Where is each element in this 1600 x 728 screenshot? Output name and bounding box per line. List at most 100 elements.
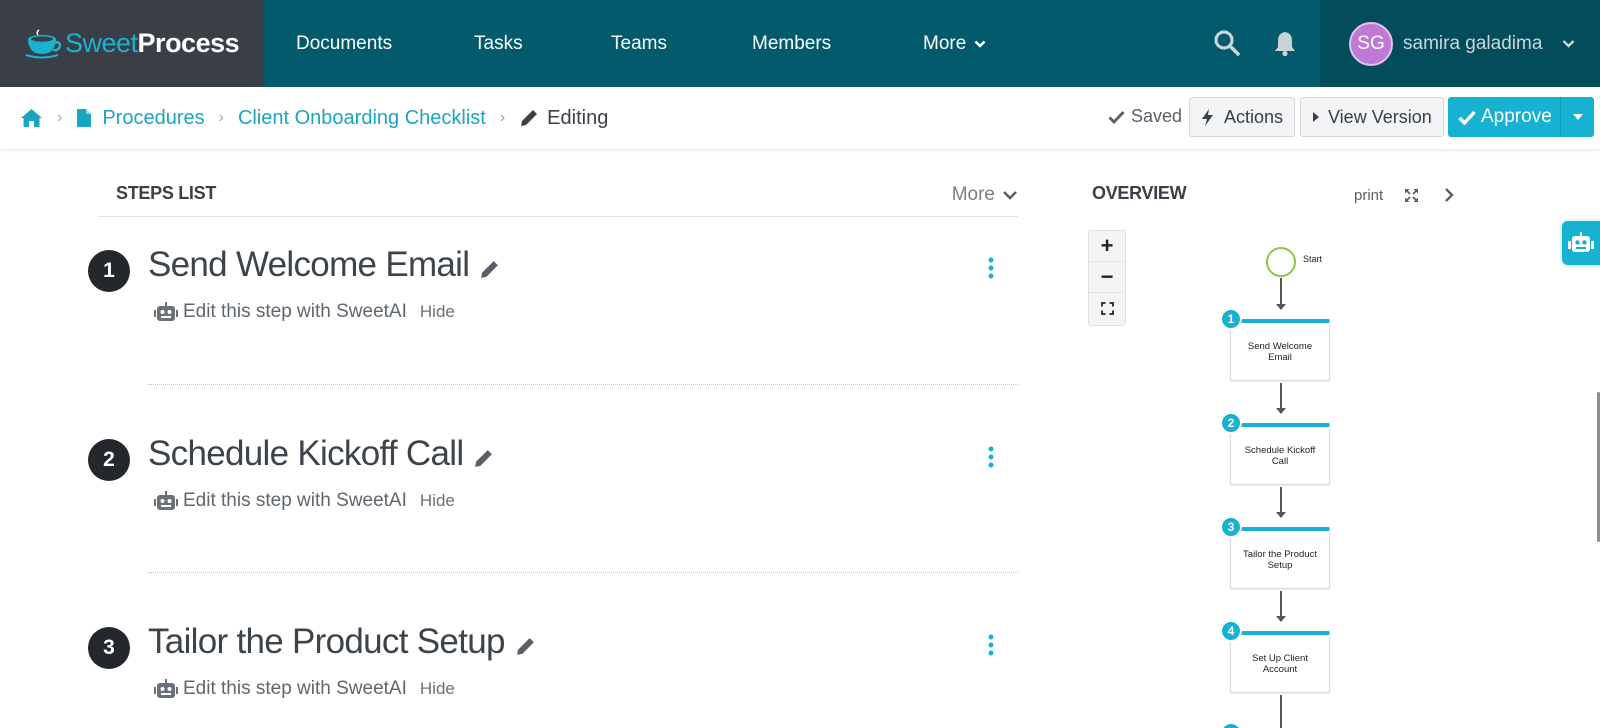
search-icon[interactable]	[1213, 29, 1241, 57]
steps-more-label: More	[951, 184, 995, 205]
chevron-right-icon: ›	[499, 109, 506, 126]
hide-link[interactable]: Hide	[420, 679, 455, 699]
nav-tasks[interactable]: Tasks	[474, 0, 523, 87]
step-divider	[148, 572, 1018, 573]
steps-list-header: STEPS LIST More	[98, 178, 1018, 217]
flowchart-arrow	[1276, 512, 1286, 518]
robot-icon	[154, 679, 178, 698]
actions-button[interactable]: Actions	[1189, 97, 1296, 137]
kebab-menu-icon[interactable]	[987, 445, 995, 469]
view-version-label: View Version	[1328, 106, 1432, 127]
step-title[interactable]: Tailor the Product Setup	[148, 622, 536, 662]
zoom-out-button[interactable]: −	[1089, 262, 1125, 293]
pencil-icon[interactable]	[515, 636, 536, 657]
breadcrumb-current: Editing	[519, 107, 608, 130]
flowchart-arrow	[1276, 408, 1286, 414]
step-title[interactable]: Schedule Kickoff Call	[148, 434, 494, 474]
step-title[interactable]: Send Welcome Email	[148, 245, 500, 285]
top-navigation-bar: SweetProcess Documents Tasks Teams Membe…	[0, 0, 1600, 87]
nav-teams[interactable]: Teams	[611, 0, 667, 87]
step-title-text: Send Welcome Email	[148, 245, 470, 284]
flowchart-arrow	[1276, 616, 1286, 622]
flowchart-connector	[1280, 695, 1282, 728]
hide-link[interactable]: Hide	[420, 302, 455, 322]
sweetai-assistant-tab[interactable]	[1562, 221, 1600, 265]
flowchart: Start Send Welcome Email 1 Schedule Kick…	[1210, 240, 1360, 728]
chevron-down-icon	[974, 40, 986, 48]
step-title-text: Schedule Kickoff Call	[148, 434, 464, 473]
caret-down-icon	[1572, 114, 1583, 120]
logo-sweet-text: Sweet	[65, 28, 138, 58]
logo[interactable]: SweetProcess	[0, 0, 264, 87]
step-number: 1	[88, 250, 130, 292]
avatar: SG	[1349, 21, 1393, 66]
flowchart-node-number: 2	[1220, 412, 1242, 434]
expand-icon[interactable]	[1404, 188, 1419, 203]
zoom-in-label: +	[1100, 233, 1114, 258]
overview-title: OVERVIEW	[1092, 183, 1187, 203]
step-divider	[148, 384, 1018, 385]
step-title-text: Tailor the Product Setup	[148, 622, 505, 661]
pencil-icon	[521, 110, 538, 126]
fit-screen-icon	[1100, 302, 1114, 315]
sweetai-row: Edit this step with SweetAI Hide	[154, 490, 455, 512]
nav-documents[interactable]: Documents	[296, 0, 392, 87]
pencil-icon[interactable]	[473, 448, 494, 469]
zoom-controls: + −	[1088, 230, 1126, 326]
bell-icon[interactable]	[1271, 29, 1299, 57]
steps-list-title: STEPS LIST	[116, 183, 217, 203]
kebab-menu-icon[interactable]	[987, 256, 995, 280]
chevron-down-icon	[1003, 191, 1017, 200]
flowchart-node[interactable]: Schedule Kickoff Call	[1230, 423, 1330, 485]
approve-button-group: Approve	[1448, 97, 1594, 137]
breadcrumb-current-label: Editing	[547, 106, 609, 129]
flowchart-node-number-partial	[1220, 722, 1242, 728]
approve-button[interactable]: Approve	[1448, 97, 1560, 137]
steps-more-dropdown[interactable]: More	[952, 184, 1018, 206]
step-number: 3	[88, 627, 130, 669]
robot-icon	[154, 302, 178, 321]
hide-link[interactable]: Hide	[420, 491, 455, 511]
nav-members[interactable]: Members	[752, 0, 831, 87]
breadcrumb: › Procedures › Client Onboarding Checkli…	[20, 87, 608, 149]
flowchart-node[interactable]: Set Up Client Account	[1230, 631, 1330, 693]
home-icon[interactable]	[20, 108, 43, 128]
breadcrumb-procedures[interactable]: Procedures	[102, 107, 204, 130]
kebab-menu-icon[interactable]	[987, 633, 995, 657]
caret-right-icon	[1313, 112, 1319, 122]
pencil-icon[interactable]	[479, 259, 500, 280]
robot-icon	[1568, 232, 1594, 252]
flowchart-start-node	[1266, 247, 1296, 277]
flowchart-start-label: Start	[1303, 254, 1323, 264]
check-icon	[1458, 110, 1476, 125]
check-icon	[1108, 110, 1125, 124]
flowchart-connector	[1280, 487, 1282, 514]
approve-label: Approve	[1481, 106, 1552, 127]
approve-dropdown-toggle[interactable]	[1560, 97, 1594, 137]
print-link[interactable]: print	[1354, 187, 1383, 204]
chevron-right-icon[interactable]	[1443, 187, 1455, 203]
flowchart-node-number: 3	[1220, 516, 1242, 538]
flowchart-connector	[1280, 591, 1282, 618]
edit-with-sweetai-link[interactable]: Edit this step with SweetAI	[183, 678, 407, 700]
chevron-right-icon: ›	[218, 109, 224, 126]
view-version-button[interactable]: View Version	[1300, 97, 1444, 137]
user-menu[interactable]: SG samira galadima	[1320, 0, 1600, 87]
flowchart-arrow	[1276, 304, 1286, 310]
flowchart-node-number: 4	[1220, 620, 1242, 642]
breadcrumb-document[interactable]: Client Onboarding Checklist	[238, 107, 486, 130]
cup-logo-icon	[25, 28, 62, 58]
actions-button-label: Actions	[1224, 106, 1284, 127]
flowchart-node[interactable]: Tailor the Product Setup	[1230, 527, 1330, 589]
nav-more[interactable]: More	[923, 0, 986, 87]
sweetai-row: Edit this step with SweetAI Hide	[154, 301, 455, 323]
flowchart-node[interactable]: Send Welcome Email	[1230, 319, 1330, 381]
saved-label: Saved	[1131, 106, 1183, 126]
chevron-down-icon	[1563, 40, 1575, 48]
zoom-out-label: −	[1100, 264, 1114, 289]
nav-more-label: More	[923, 32, 967, 54]
fit-view-button[interactable]	[1089, 293, 1125, 324]
edit-with-sweetai-link[interactable]: Edit this step with SweetAI	[183, 301, 407, 323]
zoom-in-button[interactable]: +	[1089, 231, 1125, 262]
edit-with-sweetai-link[interactable]: Edit this step with SweetAI	[183, 490, 407, 512]
